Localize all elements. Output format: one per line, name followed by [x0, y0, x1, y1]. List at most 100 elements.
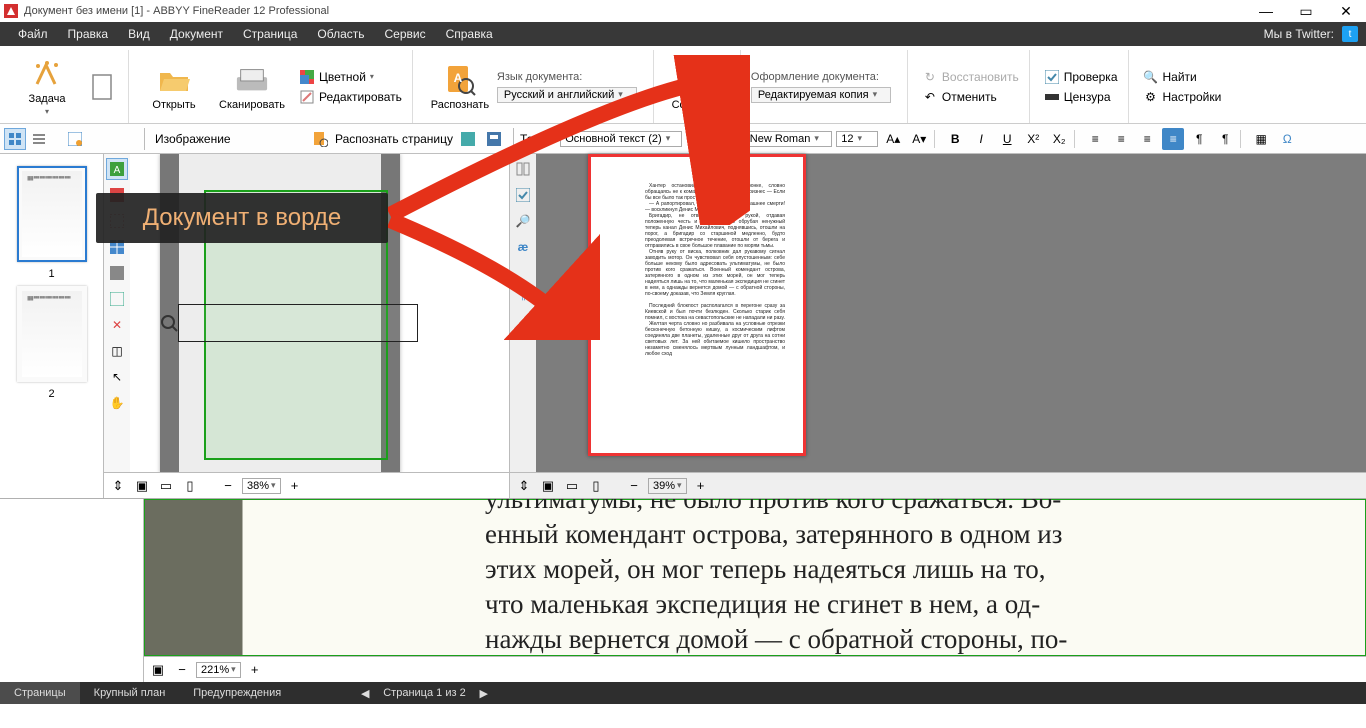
close-button[interactable]: ✕	[1338, 3, 1354, 19]
align-center-button[interactable]: ≡	[1110, 128, 1132, 150]
analyze-page-button[interactable]	[457, 128, 479, 150]
task-button[interactable]: Задача ▾	[12, 57, 82, 116]
page-prev-button[interactable]: ◀	[355, 687, 375, 700]
rtl-button[interactable]: ¶	[1188, 128, 1210, 150]
layout-select[interactable]: Редактируемая копия	[751, 87, 891, 103]
window-title: Документ без имени [1] - ABBYY FineReade…	[24, 5, 1258, 17]
view-details-button[interactable]	[28, 128, 50, 150]
thumbnail-2[interactable]: ████ ████ ████ ████ ████ ████ ████ ████	[17, 286, 87, 382]
menu-view[interactable]: Вид	[118, 22, 160, 46]
magnifier-icon[interactable]	[160, 304, 178, 342]
img-zoom-select[interactable]: 38%	[242, 478, 281, 494]
find-button[interactable]: 🔍Найти	[1139, 68, 1226, 86]
closeup-zoom-select[interactable]: 221%	[196, 662, 241, 678]
pointer-tool[interactable]: ↖	[106, 366, 128, 388]
closeup-mode-button[interactable]: ▣	[148, 660, 168, 680]
thumbnail-1[interactable]: ████ ████ ████ ████ ████ ████ ████ ████	[17, 166, 87, 262]
minimize-button[interactable]: ―	[1258, 3, 1274, 19]
menu-help[interactable]: Справка	[436, 22, 503, 46]
page-props-button[interactable]	[64, 128, 86, 150]
menu-page[interactable]: Страница	[233, 22, 307, 46]
view-thumbnails-button[interactable]	[4, 128, 26, 150]
text-pane-label: Текст	[520, 132, 550, 146]
menu-document[interactable]: Документ	[160, 22, 233, 46]
style-select[interactable]: Основной текст (2)	[560, 131, 682, 147]
magnifier-frame[interactable]	[178, 304, 418, 342]
align-right-button[interactable]: ≡	[1136, 128, 1158, 150]
text-verify-button[interactable]	[512, 184, 534, 206]
text-image-sync-button[interactable]	[512, 158, 534, 180]
restore-button[interactable]: ↻Восстановить	[918, 68, 1023, 86]
img-nav-updown-button[interactable]: ⇕	[108, 476, 128, 496]
delete-area-tool[interactable]: ✕	[106, 314, 128, 336]
img-fit-width-button[interactable]: ▭	[156, 476, 176, 496]
censor-button[interactable]: Цензура	[1040, 88, 1122, 106]
menu-service[interactable]: Сервис	[375, 22, 436, 46]
font-size-select[interactable]: 12	[836, 131, 878, 147]
font-shrink-button[interactable]: A▾	[908, 128, 930, 150]
text-canvas[interactable]: Хантер остановился на миг в сторонке, сл…	[536, 154, 1366, 472]
status-tab-warnings[interactable]: Предупреждения	[179, 682, 295, 704]
save-word-button[interactable]: W Сохранить	[664, 63, 734, 111]
lang-select[interactable]: Русский и английский	[497, 87, 637, 103]
status-bar: Страницы Крупный план Предупреждения ◀ С…	[0, 682, 1366, 704]
twitter-label: Мы в Twitter:	[1254, 22, 1336, 46]
txt-zoom-out-button[interactable]: −	[624, 476, 644, 496]
open-button[interactable]: Открыть	[139, 63, 209, 111]
text-find-button[interactable]: 🔎	[512, 210, 534, 232]
txt-actual-button[interactable]: ▯	[586, 476, 606, 496]
page-next-button[interactable]: ▶	[474, 687, 494, 700]
italic-button[interactable]: I	[970, 128, 992, 150]
closeup-zoom-in-button[interactable]: +	[245, 660, 265, 680]
undo-button[interactable]: ↶Отменить	[918, 88, 1023, 106]
font-grow-button[interactable]: A▴	[882, 128, 904, 150]
verify-button[interactable]: Проверка	[1040, 68, 1122, 86]
menu-file[interactable]: Файл	[8, 22, 58, 46]
txt-fit-width-button[interactable]: ▭	[562, 476, 582, 496]
bold-button[interactable]: B	[944, 128, 966, 150]
txt-nav-updown-button[interactable]: ⇕	[514, 476, 534, 496]
show-pilcrow-button[interactable]: ¶	[512, 284, 534, 306]
text-tools: 🔎 æ ¶	[510, 154, 536, 472]
area-recognition-tool[interactable]	[106, 288, 128, 310]
close-up-image[interactable]: ультиматумы, не было против кого сражать…	[144, 499, 1366, 656]
area-barcode-tool[interactable]	[106, 262, 128, 284]
txt-fit-button[interactable]: ▣	[538, 476, 558, 496]
edit-image-button[interactable]: Редактировать	[295, 88, 406, 106]
superscript-button[interactable]: X²	[1022, 128, 1044, 150]
twitter-icon[interactable]: t	[1342, 26, 1358, 42]
text-dict-button[interactable]: æ	[512, 236, 534, 258]
insert-picture-button[interactable]: ▦	[1250, 128, 1272, 150]
recognize-page-button[interactable]	[309, 128, 331, 150]
txt-zoom-select[interactable]: 39%	[648, 478, 687, 494]
closeup-zoom-out-button[interactable]: −	[172, 660, 192, 680]
scan-button[interactable]: Сканировать	[209, 63, 295, 111]
img-zoom-in-button[interactable]: +	[285, 476, 305, 496]
settings-button[interactable]: ⚙Настройки	[1139, 88, 1226, 106]
status-tab-pages[interactable]: Страницы	[0, 682, 80, 704]
align-left-button[interactable]: ≡	[1084, 128, 1106, 150]
img-fit-button[interactable]: ▣	[132, 476, 152, 496]
img-zoom-out-button[interactable]: −	[218, 476, 238, 496]
recognize-button[interactable]: A Распознать	[423, 63, 497, 111]
hand-tool[interactable]: ✋	[106, 392, 128, 414]
layout-label: Оформление документа:	[751, 71, 901, 85]
ltr-button[interactable]: ¶	[1214, 128, 1236, 150]
img-actual-button[interactable]: ▯	[180, 476, 200, 496]
txt-zoom-in-button[interactable]: +	[691, 476, 711, 496]
insert-symbol-button[interactable]: Ω	[1276, 128, 1298, 150]
menu-edit[interactable]: Правка	[58, 22, 119, 46]
color-mode-button[interactable]: Цветной ▾	[295, 68, 406, 86]
new-doc-button[interactable]	[82, 70, 122, 104]
style-icon[interactable]: A	[686, 128, 708, 150]
font-select[interactable]: Times New Roman	[712, 131, 832, 147]
image-pane-save-button[interactable]	[483, 128, 505, 150]
status-tab-closeup[interactable]: Крупный план	[80, 682, 180, 704]
eraser-tool[interactable]: ◫	[106, 340, 128, 362]
maximize-button[interactable]: ▭	[1298, 3, 1314, 19]
menu-area[interactable]: Область	[307, 22, 374, 46]
align-justify-button[interactable]: ≡	[1162, 128, 1184, 150]
area-text-tool[interactable]: A	[106, 158, 128, 180]
subscript-button[interactable]: X₂	[1048, 128, 1070, 150]
underline-button[interactable]: U	[996, 128, 1018, 150]
